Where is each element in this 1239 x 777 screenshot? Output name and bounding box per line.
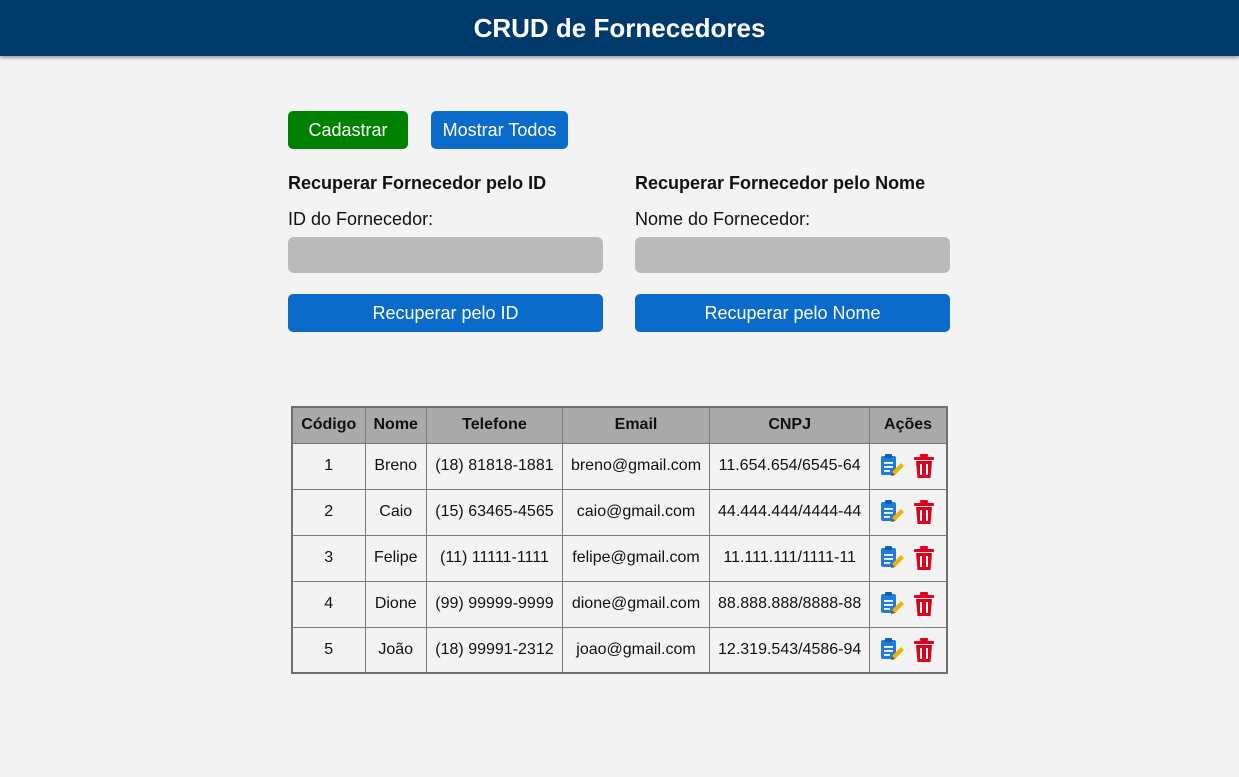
cell-email: breno@gmail.com [561, 442, 711, 490]
cell-codigo: 2 [291, 488, 366, 536]
app-header: CRUD de Fornecedores [0, 0, 1239, 56]
cell-cnpj: 12.319.543/4586-94 [709, 626, 871, 674]
cell-cnpj: 11.654.654/6545-64 [709, 442, 871, 490]
table-row: 2 Caio (15) 63465-4565 caio@gmail.com 44.444… [291, 488, 948, 536]
cell-email: felipe@gmail.com [561, 534, 711, 582]
cell-telefone: (11) 11111-1111 [425, 534, 563, 582]
cell-actions [869, 488, 948, 536]
cell-codigo: 5 [291, 626, 366, 674]
column-header-codigo: Código [291, 406, 366, 444]
supplier-name-label: Nome do Fornecedor: [635, 209, 811, 229]
cell-nome: Breno [364, 442, 427, 490]
cell-codigo: 1 [291, 442, 366, 490]
cell-email: joao@gmail.com [561, 626, 711, 674]
edit-icon[interactable] [879, 637, 905, 663]
cell-email: dione@gmail.com [561, 580, 711, 628]
table-row: 5 João (18) 99991-2312 joao@gmail.com 12.319… [291, 626, 948, 674]
column-header-cnpj: CNPJ [709, 406, 871, 444]
cell-telefone: (99) 99999-9999 [425, 580, 563, 628]
cell-codigo: 3 [291, 534, 366, 582]
delete-icon[interactable] [911, 545, 937, 571]
cell-actions [869, 626, 948, 674]
cell-cnpj: 88.888.888/8888-88 [709, 580, 871, 628]
edit-icon[interactable] [879, 453, 905, 479]
search-by-name-title: Recuperar Fornecedor pelo Nome [635, 173, 926, 193]
column-header-email: Email [561, 406, 711, 444]
cell-nome: Felipe [364, 534, 427, 582]
supplier-id-input[interactable] [288, 237, 603, 273]
cell-cnpj: 11.111.111/1111-11 [709, 534, 871, 582]
delete-icon[interactable] [911, 453, 937, 479]
cell-codigo: 4 [291, 580, 366, 628]
search-by-id-button[interactable]: Recuperar pelo ID [288, 294, 603, 332]
edit-icon[interactable] [879, 545, 905, 571]
supplier-id-label: ID do Fornecedor: [288, 209, 434, 229]
cell-cnpj: 44.444.444/4444-44 [709, 488, 871, 536]
cell-telefone: (18) 81818-1881 [425, 442, 563, 490]
table-row: 3 Felipe (11) 11111-1111 felipe@gmail.com 11… [291, 534, 948, 582]
search-by-name-button[interactable]: Recuperar pelo Nome [635, 294, 950, 332]
delete-icon[interactable] [911, 591, 937, 617]
delete-icon[interactable] [911, 499, 937, 525]
search-by-id-title: Recuperar Fornecedor pelo ID [288, 173, 547, 193]
cell-telefone: (15) 63465-4565 [425, 488, 563, 536]
cell-actions [869, 442, 948, 490]
edit-icon[interactable] [879, 499, 905, 525]
edit-icon[interactable] [879, 591, 905, 617]
create-button[interactable]: Cadastrar [288, 111, 408, 149]
table-row: 1 Breno (18) 81818-1881 breno@gmail.com 11.6… [291, 442, 948, 490]
page-title: CRUD de Fornecedores [473, 12, 766, 43]
supplier-name-input[interactable] [635, 237, 950, 273]
cell-telefone: (18) 99991-2312 [425, 626, 563, 674]
column-header-telefone: Telefone [425, 406, 563, 444]
table-header-row: Código Nome Telefone Email CNPJ Ações [291, 406, 948, 444]
column-header-nome: Nome [364, 406, 427, 444]
column-header-acoes: Ações [869, 406, 948, 444]
cell-nome: João [364, 626, 427, 674]
cell-nome: Caio [364, 488, 427, 536]
cell-actions [869, 534, 948, 582]
table-row: 4 Dione (99) 99999-9999 dione@gmail.com 88.8… [291, 580, 948, 628]
cell-actions [869, 580, 948, 628]
cell-nome: Dione [364, 580, 427, 628]
show-all-button[interactable]: Mostrar Todos [431, 111, 568, 149]
delete-icon[interactable] [911, 637, 937, 663]
cell-email: caio@gmail.com [561, 488, 711, 536]
suppliers-table: Código Nome Telefone Email CNPJ Ações 1B… [291, 406, 948, 674]
